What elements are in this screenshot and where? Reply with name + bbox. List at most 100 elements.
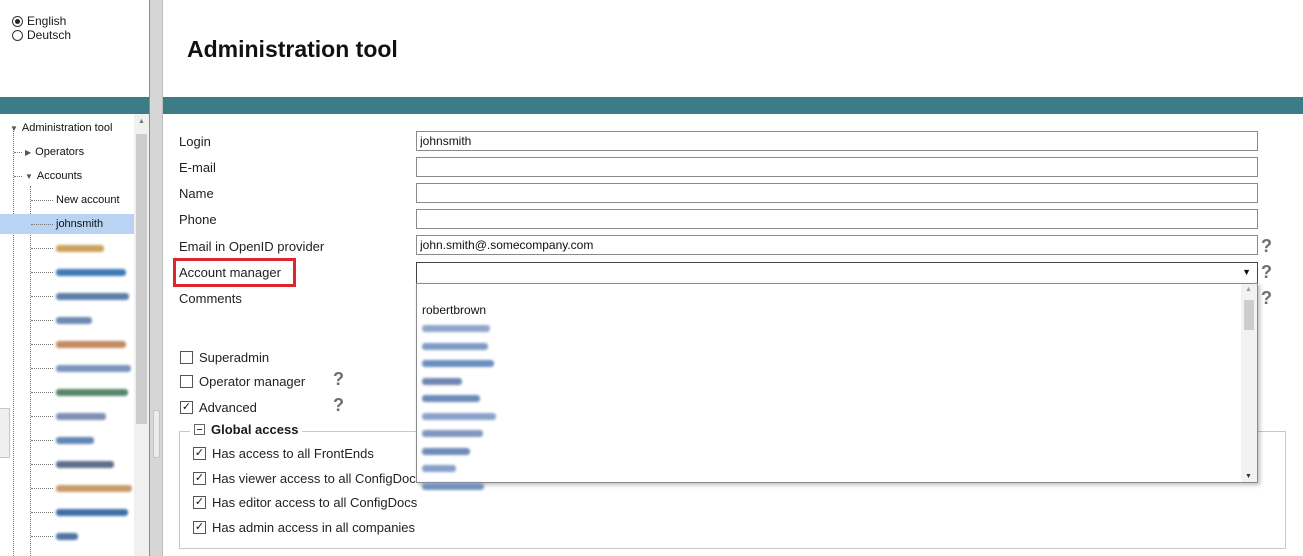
email-label: E-mail — [179, 160, 216, 175]
viewer-access-row[interactable]: ✓ Has viewer access to all ConfigDocs — [193, 471, 422, 486]
blurred-option-name — [422, 447, 470, 455]
collapsed-triangle-icon: ▶ — [25, 148, 32, 157]
scroll-up-icon[interactable]: ▲ — [138, 118, 145, 125]
help-icon[interactable]: ? — [333, 396, 344, 414]
dropdown-option[interactable] — [422, 355, 494, 371]
dropdown-option[interactable] — [422, 460, 456, 476]
radio-english[interactable] — [12, 15, 23, 27]
tree-node-account[interactable] — [31, 526, 78, 546]
left-edge-grip[interactable] — [0, 408, 10, 458]
tree-scrollbar-thumb[interactable] — [136, 134, 147, 424]
dropdown-option[interactable] — [422, 478, 484, 494]
frontends-access-row[interactable]: ✓ Has access to all FrontEnds — [193, 446, 374, 461]
tree-node-account[interactable] — [31, 286, 129, 306]
tree-label-new-account: New account — [56, 194, 120, 206]
tree-connector — [31, 199, 53, 201]
help-icon[interactable]: ? — [1261, 289, 1272, 307]
collapse-icon[interactable] — [194, 424, 205, 435]
dropdown-option[interactable] — [422, 338, 488, 354]
tree-node-johnsmith[interactable]: johnsmith — [0, 214, 134, 234]
dropdown-option[interactable] — [422, 373, 462, 389]
operator-manager-checkbox[interactable] — [180, 375, 193, 388]
phone-input[interactable] — [416, 209, 1258, 229]
tree-label-accounts: Accounts — [36, 170, 83, 182]
blurred-option-name — [422, 342, 488, 350]
tree-node-account[interactable] — [31, 262, 126, 282]
openid-input[interactable] — [416, 235, 1258, 255]
scroll-down-icon[interactable]: ▼ — [1245, 473, 1252, 480]
tree-label-johnsmith: johnsmith — [56, 218, 104, 230]
tree-node-admin-tool[interactable]: ▼ Administration tool — [10, 118, 112, 138]
blurred-option-name — [422, 377, 462, 385]
help-icon[interactable]: ? — [333, 370, 344, 388]
global-access-legend[interactable]: Global access — [190, 422, 303, 437]
tree-node-account[interactable] — [31, 406, 106, 426]
tree-node-account[interactable] — [31, 358, 131, 378]
radio-deutsch[interactable] — [12, 29, 23, 41]
language-option-english[interactable]: English — [12, 14, 149, 28]
editor-access-row[interactable]: ✓ Has editor access to all ConfigDocs — [193, 495, 417, 510]
admin-access-row[interactable]: ✓ Has admin access in all companies — [193, 520, 415, 535]
account-manager-select[interactable]: ▼ — [416, 262, 1258, 284]
blurred-option-name — [422, 482, 484, 490]
account-manager-dropdown-list[interactable]: robertbrown ▲ ▼ — [416, 283, 1258, 490]
help-icon[interactable]: ? — [1261, 263, 1272, 281]
dropdown-scrollbar[interactable]: ▲ ▼ — [1241, 284, 1257, 482]
blurred-account-name — [56, 436, 94, 444]
dropdown-option[interactable] — [422, 425, 483, 441]
dropdown-option[interactable] — [422, 443, 470, 459]
phone-label: Phone — [179, 212, 217, 227]
superadmin-checkbox[interactable] — [180, 351, 193, 364]
tree-label-operators: Operators — [35, 146, 85, 158]
tree-node-account[interactable] — [31, 454, 114, 474]
tree-node-account[interactable] — [31, 238, 104, 258]
tree-node-operators[interactable]: ▶ Operators — [14, 142, 84, 162]
admin-access-checkbox[interactable]: ✓ — [193, 521, 206, 534]
tree-node-account[interactable] — [31, 478, 132, 498]
tree-connector — [31, 487, 53, 489]
dropdown-arrow-icon[interactable]: ▼ — [1242, 267, 1251, 277]
splitter-grip[interactable] — [153, 410, 160, 458]
tree-connector — [14, 151, 22, 153]
dropdown-option[interactable]: robertbrown — [422, 302, 486, 318]
account-manager-label: Account manager — [179, 265, 281, 280]
tree-node-new-account[interactable]: New account — [31, 190, 120, 210]
tree-connector — [31, 295, 53, 297]
tree-connector — [31, 271, 53, 273]
pane-splitter[interactable] — [150, 0, 163, 556]
tree-scrollbar[interactable]: ▲ — [134, 114, 149, 556]
scroll-up-icon[interactable]: ▲ — [1245, 286, 1252, 293]
blurred-account-name — [56, 532, 78, 540]
tree-connector — [31, 343, 53, 345]
viewer-access-checkbox[interactable]: ✓ — [193, 472, 206, 485]
tree-node-accounts[interactable]: ▼ Accounts — [14, 166, 82, 186]
superadmin-checkbox-row[interactable]: Superadmin — [180, 350, 269, 365]
expanded-triangle-icon: ▼ — [25, 172, 33, 181]
tree-node-account[interactable] — [31, 430, 94, 450]
editor-access-checkbox[interactable]: ✓ — [193, 496, 206, 509]
operator-manager-checkbox-row[interactable]: Operator manager — [180, 374, 305, 389]
dropdown-scrollbar-thumb[interactable] — [1244, 300, 1254, 330]
frontends-access-checkbox[interactable]: ✓ — [193, 447, 206, 460]
language-option-deutsch[interactable]: Deutsch — [12, 28, 149, 42]
dropdown-option[interactable] — [422, 320, 490, 336]
email-input[interactable] — [416, 157, 1258, 177]
login-input[interactable] — [416, 131, 1258, 151]
help-icon[interactable]: ? — [1261, 237, 1272, 255]
tree-connector — [31, 247, 53, 249]
name-label: Name — [179, 186, 214, 201]
tree-node-account[interactable] — [31, 334, 126, 354]
tree-node-account[interactable] — [31, 502, 128, 522]
dropdown-option[interactable] — [422, 390, 480, 406]
superadmin-label: Superadmin — [199, 350, 270, 365]
advanced-checkbox-row[interactable]: ✓ Advanced — [180, 400, 257, 415]
advanced-checkbox[interactable]: ✓ — [180, 401, 193, 414]
blurred-account-name — [56, 340, 126, 348]
tree-connector — [31, 535, 53, 537]
tree-node-account[interactable] — [31, 382, 128, 402]
dropdown-option[interactable] — [422, 408, 496, 424]
blurred-account-name — [56, 316, 92, 324]
name-input[interactable] — [416, 183, 1258, 203]
blurred-account-name — [56, 244, 104, 252]
tree-node-account[interactable] — [31, 310, 92, 330]
